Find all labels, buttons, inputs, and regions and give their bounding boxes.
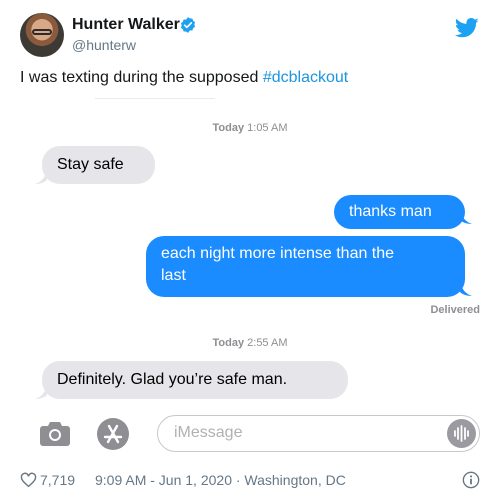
audio-waveform-glyph (454, 425, 469, 442)
message-timestamp: Today 2:55 AM (20, 337, 480, 349)
message-line: each night more intense than the (161, 245, 395, 262)
timestamp-day: Today (212, 122, 245, 134)
author-handle[interactable]: @hunterw (72, 37, 136, 53)
imessage-placeholder: iMessage (174, 424, 243, 441)
timestamp-time: 2:55 AM (247, 337, 288, 349)
hashtag-link[interactable]: #dcblackout (263, 69, 348, 86)
message-timestamp: Today 1:05 AM (20, 122, 480, 134)
audio-waveform-icon[interactable] (447, 419, 476, 448)
outgoing-message-bubble[interactable]: thanks man (334, 195, 465, 229)
incoming-message-bubble[interactable]: Definitely. Glad you’re safe man. (42, 361, 348, 399)
tweet-text: I was texting during the supposed #dcbla… (20, 69, 348, 87)
compose-bar: iMessage (20, 413, 480, 455)
timestamp-time: 1:05 AM (247, 122, 288, 134)
tweet-text-body: I was texting during the supposed (20, 69, 263, 86)
outgoing-message-bubble[interactable]: each night more intense than the last (146, 236, 465, 297)
author-name[interactable]: Hunter Walker (72, 16, 180, 34)
twitter-bird-icon[interactable] (455, 18, 479, 38)
timestamp-day: Today (212, 337, 245, 349)
avatar[interactable] (20, 13, 64, 57)
tweet-footer: 7,719 9:09 AM - Jun 1, 2020 · Washington… (20, 470, 480, 490)
tweet-card: Hunter Walker @hunterw I was texting dur… (0, 0, 500, 498)
heart-icon[interactable] (20, 472, 37, 488)
camera-icon[interactable] (40, 420, 70, 446)
delivered-status: Delivered (430, 304, 480, 316)
divider (95, 98, 215, 99)
like-count[interactable]: 7,719 (40, 472, 75, 488)
verified-icon (180, 17, 196, 33)
imessage-screenshot: Today 1:05 AM Stay safe thanks man each … (20, 96, 480, 461)
message-line: last (161, 267, 186, 284)
imessage-input[interactable]: iMessage (157, 415, 480, 452)
avatar-glasses (32, 29, 52, 35)
tweet-timestamp[interactable]: 9:09 AM - Jun 1, 2020 · Washington, DC (95, 472, 346, 488)
info-icon[interactable] (462, 471, 480, 489)
app-store-icon[interactable] (96, 417, 130, 451)
incoming-message-bubble[interactable]: Stay safe (42, 146, 155, 184)
